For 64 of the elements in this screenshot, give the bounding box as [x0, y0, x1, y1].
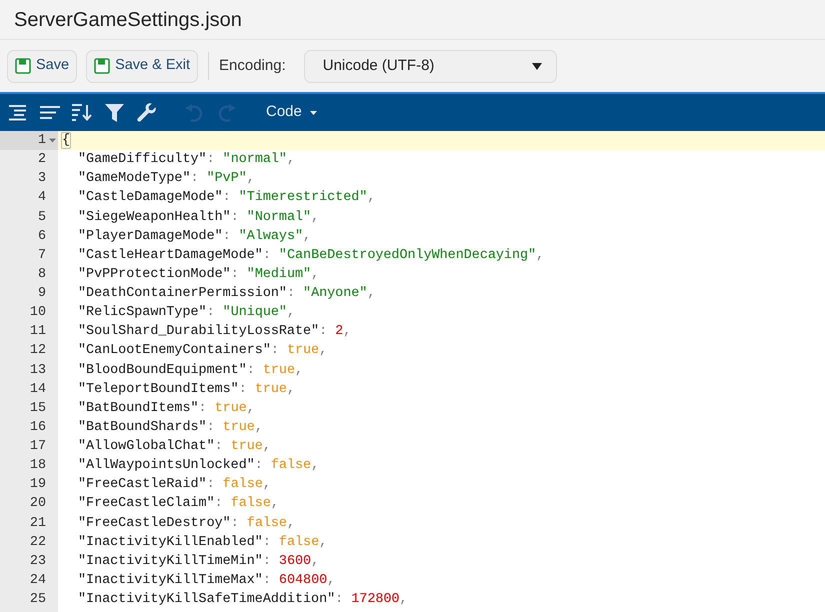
- line-number: 18: [28, 457, 46, 476]
- caret-down-icon: [310, 110, 317, 114]
- line-number: 6: [36, 228, 46, 246]
- code-line: "AllWaypointsUnlocked": false,: [78, 457, 320, 474]
- code-line: "GameModeType": "PvP",: [78, 170, 255, 188]
- line-number: 2: [36, 151, 46, 170]
- window-title: ServerGameSettings.json: [14, 8, 242, 32]
- line-number: 7: [36, 246, 46, 265]
- code-line: "SoulShard_DurabilityLossRate": 2,: [78, 323, 352, 340]
- code-line: "BatBoundItems": true,: [78, 400, 255, 417]
- code-line: "CastleDamageMode": "Timerestricted",: [78, 189, 376, 206]
- mode-dropdown[interactable]: Code: [262, 98, 321, 128]
- sort-icon: [72, 104, 92, 121]
- code-line: "BatBoundShards": true,: [78, 418, 263, 436]
- code-line: "FreeCastleRaid": false,: [78, 476, 271, 494]
- code-line: "FreeCastleClaim": false,: [78, 495, 279, 512]
- lines-icon: [40, 106, 60, 119]
- line-number: 14: [28, 380, 46, 399]
- line-number: 9: [36, 285, 46, 304]
- line-number: 3: [36, 170, 46, 188]
- line-number: 8: [36, 266, 46, 284]
- code-line: "InactivityKillEnabled": false,: [78, 534, 328, 551]
- line-number: 5: [36, 208, 46, 227]
- line-number: 24: [28, 572, 46, 590]
- code-line: "InactivityKillSafeTimeAddition": 172800,: [78, 591, 408, 608]
- line-number: 11: [28, 323, 46, 342]
- line-number: 21: [28, 514, 46, 533]
- line-number: 19: [28, 476, 46, 494]
- code-line: "BloodBoundEquipment": true,: [78, 362, 304, 379]
- line-number: 10: [28, 304, 46, 322]
- filter-icon: [104, 104, 124, 122]
- line-number: 15: [28, 400, 46, 418]
- indented-lines-icon: [8, 104, 28, 120]
- code-line: "AllowGlobalChat": true,: [78, 438, 271, 456]
- line-number: 25: [28, 591, 46, 610]
- code-line: "PvPProtectionMode": "Medium",: [78, 266, 320, 283]
- line-number: 22: [28, 534, 46, 552]
- line-number: 1: [36, 132, 46, 150]
- line-number: 16: [28, 418, 46, 437]
- save-button[interactable]: Save: [7, 50, 78, 82]
- code-line: "RelicSpawnType": "Unique",: [78, 304, 296, 322]
- encoding-label: Encoding:: [219, 56, 286, 76]
- code-line: "CanLootEnemyContainers": true,: [78, 342, 328, 360]
- line-number: 23: [28, 552, 46, 571]
- save-button[interactable]: Save & Exit: [86, 50, 198, 82]
- code-line: "TeleportBoundItems": true,: [78, 380, 296, 398]
- line-number: 4: [36, 189, 46, 208]
- code-line: "DeathContainerPermission": "Anyone",: [78, 285, 376, 302]
- code-line: "CastleHeartDamageMode": "CanBeDestroyedOnlyWhenDecaying",: [78, 246, 544, 264]
- code-line: "PlayerDamageMode": "Always",: [78, 228, 312, 245]
- encoding-value: Unicode (UTF-8): [322, 56, 434, 76]
- code-line: "SiegeWeaponHealth": "Normal",: [78, 208, 320, 226]
- code-line: "InactivityKillTimeMin": 3600,: [78, 552, 320, 570]
- caret-down-icon[interactable]: [48, 137, 56, 144]
- caret-down-icon: [532, 62, 542, 70]
- line-number: 12: [28, 342, 46, 360]
- line-number: 17: [28, 438, 46, 456]
- wrench-icon: [136, 103, 156, 122]
- code-line: "GameDifficulty": "normal",: [78, 151, 296, 168]
- line-number: 13: [28, 362, 46, 380]
- code-line: "InactivityKillTimeMax": 604800,: [78, 572, 336, 589]
- encoding-select[interactable]: Unicode (UTF-8): [304, 50, 557, 82]
- code-line: "FreeCastleDestroy": false,: [78, 514, 296, 532]
- line-number: 20: [28, 495, 46, 514]
